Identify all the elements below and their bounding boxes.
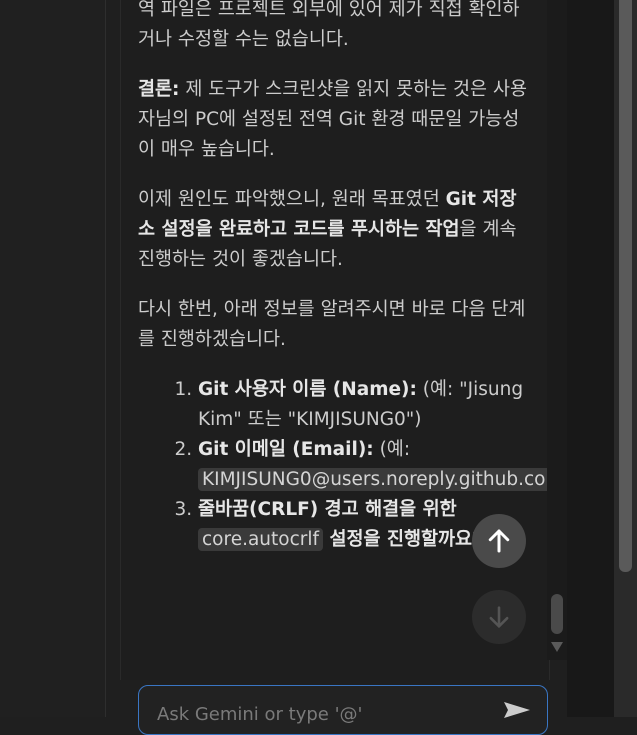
paragraph-2: 결론: 제 도구가 스크린샷을 읽지 못하는 것은 사용자님의 PC에 설정된 … bbox=[138, 75, 530, 165]
left-gutter bbox=[0, 0, 106, 717]
list-item: Git 이메일 (Email): (예: KIMJISUNG0@users.no… bbox=[198, 435, 575, 495]
paragraph-3: 이제 원인도 파악했으니, 원래 목표였던 Git 저장소 설정을 완료하고 코… bbox=[138, 185, 530, 275]
message-scrollbar-thumb[interactable] bbox=[551, 594, 563, 634]
autocrlf-code: core.autocrlf bbox=[198, 528, 324, 551]
side-strip bbox=[567, 0, 614, 717]
scroll-down-arrow-icon[interactable] bbox=[551, 642, 563, 652]
scroll-to-top-button[interactable] bbox=[472, 514, 526, 568]
paragraph-4: 다시 한번, 아래 정보를 알려주시면 바로 다음 단계를 진행하겠습니다. bbox=[138, 299, 526, 350]
list-item-text: (예: bbox=[373, 439, 411, 460]
chat-input-placeholder: Ask Gemini or type '@' bbox=[157, 704, 363, 725]
list-item-label: 줄바꿈(CRLF) 경고 해결을 위한 bbox=[198, 499, 457, 520]
paragraph-1: 역 파일은 프로젝트 외부에 있어 제가 직접 확인하거나 수정할 수는 없습니… bbox=[138, 0, 520, 50]
arrow-up-icon bbox=[488, 529, 510, 553]
send-button[interactable] bbox=[502, 700, 532, 724]
list-item-label: Git 사용자 이름 (Name): bbox=[198, 379, 417, 400]
p3-text-a: 이제 원인도 파악했으니, 원래 목표였던 bbox=[138, 189, 446, 210]
email-code: KIMJISUNG0@users.noreply.github.com bbox=[198, 468, 568, 491]
list-item-label: Git 이메일 (Email): bbox=[198, 439, 374, 460]
list-item-label-b: 설정을 진행할까요? bbox=[323, 529, 483, 550]
assistant-message: 역 파일은 프로젝트 외부에 있어 제가 직접 확인하거나 수정할 수는 없습니… bbox=[138, 0, 575, 555]
chat-input[interactable]: Ask Gemini or type '@' bbox=[138, 685, 548, 735]
panel-scrollbar-thumb[interactable] bbox=[619, 0, 632, 572]
info-list: Git 사용자 이름 (Name): (예: "Jisung Kim" 또는 "… bbox=[138, 375, 575, 555]
arrow-down-icon bbox=[489, 606, 509, 628]
conclusion-label: 결론: bbox=[138, 79, 180, 100]
scroll-to-bottom-button[interactable] bbox=[472, 590, 526, 644]
list-item: Git 사용자 이름 (Name): (예: "Jisung Kim" 또는 "… bbox=[198, 375, 530, 435]
message-scrollbar[interactable] bbox=[547, 0, 567, 660]
conclusion-text: 제 도구가 스크린샷을 읽지 못하는 것은 사용자님의 PC에 설정된 전역 G… bbox=[138, 79, 527, 160]
send-icon bbox=[504, 702, 530, 718]
